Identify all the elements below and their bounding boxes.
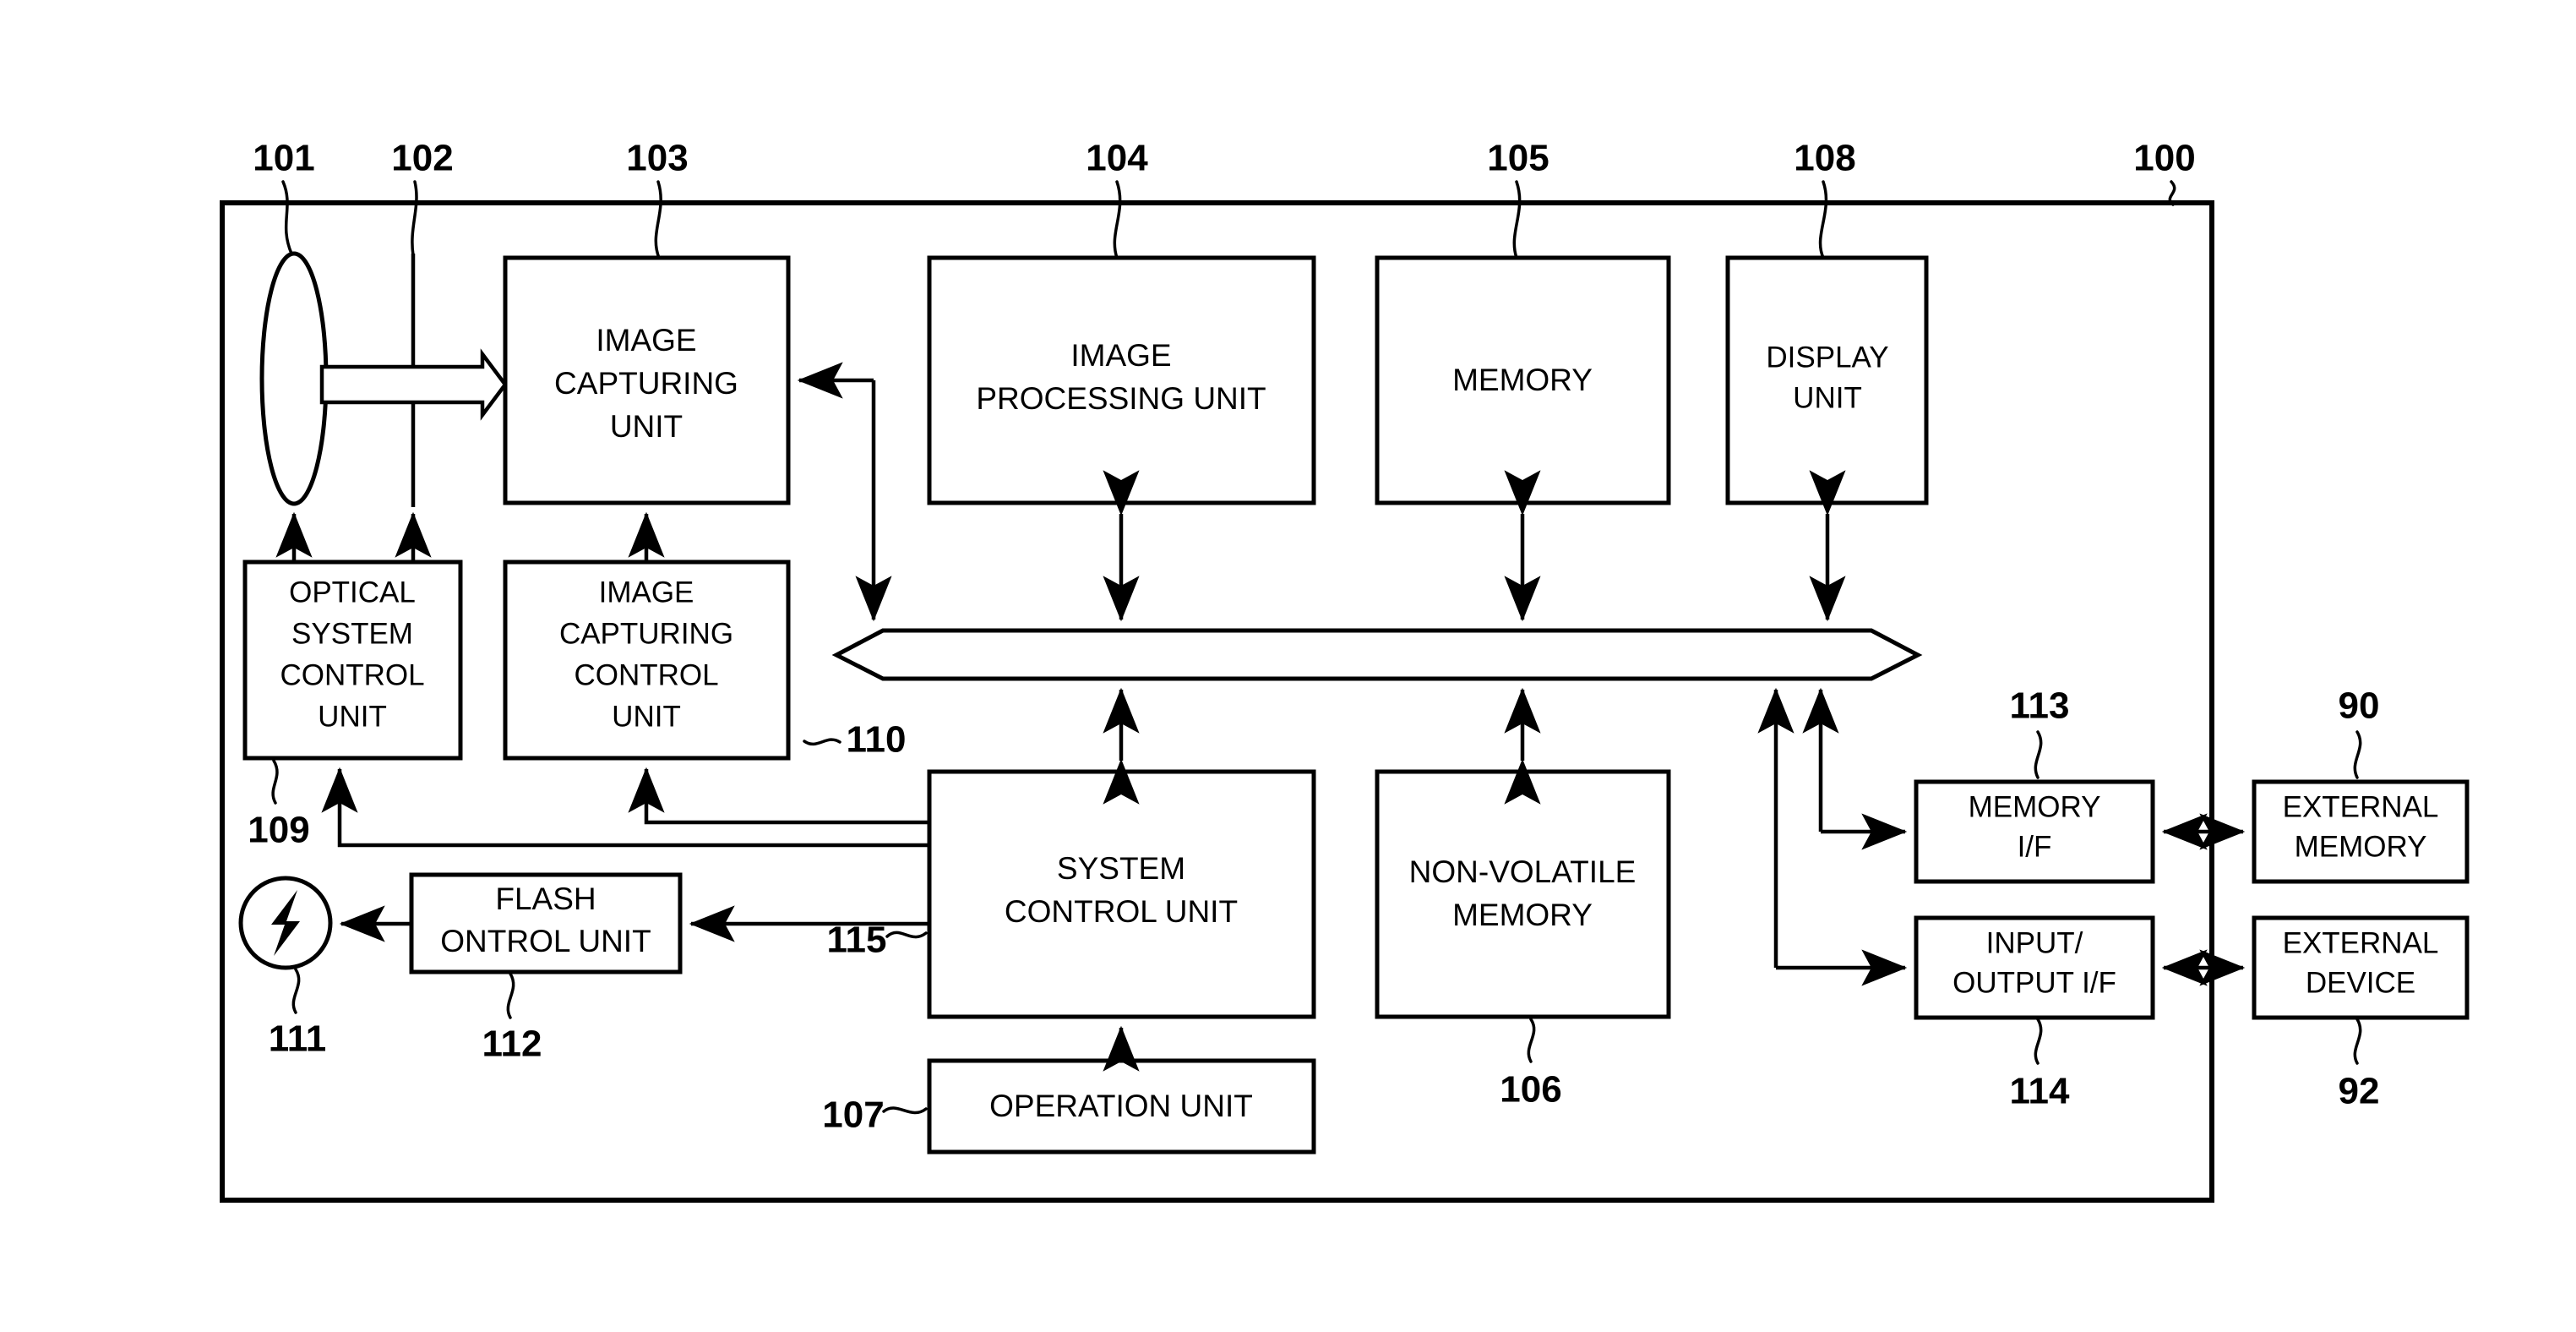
block-optical-system-control-unit-line2: SYSTEM [291, 617, 413, 650]
ref-label-105: 105 [1487, 138, 1549, 179]
block-system-control-unit-line1: SYSTEM [1057, 851, 1185, 886]
block-external-memory-line1: EXTERNAL [2283, 790, 2439, 823]
leader-103 [654, 180, 662, 259]
block-image-capturing-unit-line2: CAPTURING [554, 366, 738, 401]
ref-label-100: 100 [2133, 138, 2195, 179]
leader-104 [1113, 180, 1122, 259]
block-input-output-if-line2: OUTPUT I/F [1952, 966, 2116, 999]
block-external-device-line2: DEVICE [2306, 966, 2415, 999]
block-image-capturing-unit-line3: UNIT [610, 409, 683, 444]
optical-system-lens [259, 251, 329, 506]
ref-label-111: 111 [269, 1018, 327, 1060]
block-image-capturing-unit-line1: IMAGE [596, 323, 696, 358]
block-diagram: IMAGE CAPTURING UNIT IMAGE PROCESSING UN… [220, 138, 2470, 1203]
system-bus [831, 628, 1923, 681]
block-image-capturing-control-unit-line3: CONTROL [574, 658, 718, 691]
block-flash-control-unit-line2: ONTROL UNIT [440, 924, 651, 958]
ref-label-115: 115 [827, 920, 887, 961]
conn-scu-to-osc [321, 767, 929, 848]
block-non-volatile-memory[interactable] [1375, 769, 1671, 1019]
leader-114 [2034, 1018, 2043, 1065]
leader-102 [411, 180, 418, 257]
ref-label-102: 102 [391, 138, 453, 179]
block-input-output-if-line1: INPUT/ [1986, 926, 2083, 959]
ref-label-101: 101 [253, 138, 314, 179]
block-optical-system-control-unit-line3: CONTROL [280, 658, 424, 691]
ref-label-114: 114 [2010, 1071, 2071, 1112]
ref-label-108: 108 [1794, 138, 1855, 179]
leader-109 [271, 759, 279, 805]
block-image-processing-unit-line2: PROCESSING UNIT [976, 381, 1266, 416]
block-optical-system-control-unit-line1: OPTICAL [289, 576, 416, 609]
block-external-memory-line2: MEMORY [2295, 830, 2427, 863]
ref-label-110: 110 [847, 719, 907, 761]
block-memory-line1: MEMORY [1452, 363, 1593, 397]
ref-label-113: 113 [2010, 685, 2070, 727]
block-non-volatile-memory-line2: MEMORY [1452, 898, 1593, 932]
leader-92 [2353, 1018, 2362, 1065]
ref-label-107: 107 [822, 1095, 884, 1136]
leader-108 [1818, 180, 1828, 259]
block-non-volatile-memory-line1: NON-VOLATILE [1409, 854, 1637, 889]
block-image-capturing-control-unit-line1: IMAGE [599, 576, 694, 609]
block-memory-if-line2: I/F [2018, 830, 2052, 863]
ref-label-112: 112 [482, 1024, 542, 1065]
block-system-control-unit-line2: CONTROL UNIT [1005, 894, 1238, 929]
block-image-capturing-control-unit-line2: CAPTURING [559, 617, 733, 650]
ref-label-104: 104 [1086, 138, 1148, 179]
leader-90 [2353, 730, 2362, 779]
block-flash-control-unit-line1: FLASH [495, 882, 596, 916]
leader-106 [1527, 1018, 1536, 1063]
block-memory-if-line1: MEMORY [1969, 790, 2101, 823]
block-image-processing-unit-line1: IMAGE [1070, 338, 1171, 373]
leader-107 [882, 1106, 928, 1115]
block-optical-system-control-unit-line4: UNIT [318, 700, 387, 733]
ref-label-103: 103 [626, 138, 688, 179]
ref-label-109: 109 [248, 810, 309, 851]
ref-label-106: 106 [1500, 1069, 1561, 1111]
block-display-unit[interactable] [1725, 255, 1929, 505]
figure-canvas: IMAGE CAPTURING UNIT IMAGE PROCESSING UN… [0, 0, 2576, 1332]
leader-111 [291, 968, 301, 1014]
block-display-unit-line1: DISPLAY [1766, 341, 1888, 374]
ref-label-90: 90 [2339, 685, 2380, 727]
conn-scu-to-icc [628, 767, 929, 825]
leader-113 [2034, 730, 2043, 779]
leader-112 [506, 972, 515, 1019]
block-operation-unit-line1: OPERATION UNIT [989, 1089, 1253, 1123]
leader-110 [803, 738, 841, 746]
ref-label-92: 92 [2339, 1071, 2380, 1112]
block-image-capturing-control-unit-line4: UNIT [612, 700, 681, 733]
block-display-unit-line2: UNIT [1793, 381, 1862, 414]
leader-115 [885, 931, 928, 939]
leader-101 [281, 180, 293, 255]
block-external-device-line1: EXTERNAL [2283, 926, 2439, 959]
leader-105 [1512, 180, 1522, 259]
